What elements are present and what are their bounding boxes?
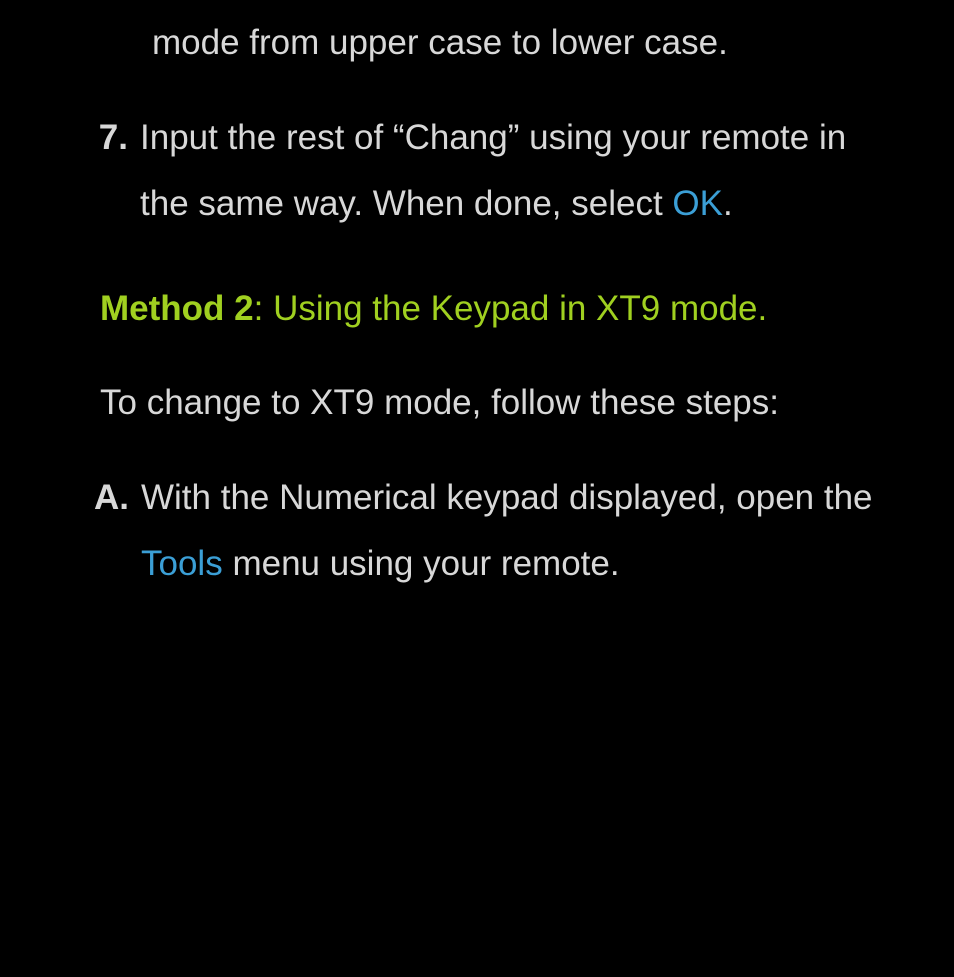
step-a-text-after: menu using your remote. [223, 544, 620, 583]
tools-label: Tools [141, 544, 223, 583]
step-a-content: With the Numerical keypad displayed, ope… [141, 465, 894, 598]
partial-previous-line: mode from upper case to lower case. [152, 10, 894, 77]
intro-text: To change to XT9 mode, follow these step… [100, 383, 779, 422]
method-2-title: Using the Keypad in XT9 mode. [273, 289, 767, 328]
intro-paragraph: To change to XT9 mode, follow these step… [100, 370, 894, 437]
step-7-marker: 7. [94, 105, 140, 172]
step-7-item: 7. Input the rest of “Chang” using your … [100, 105, 894, 238]
partial-text: mode from upper case to lower case. [152, 23, 728, 62]
step-7-text-after: . [723, 184, 733, 223]
step-a-item: A. With the Numerical keypad displayed, … [100, 465, 894, 598]
step-a-text-before: With the Numerical keypad displayed, ope… [141, 478, 873, 517]
ok-label: OK [672, 184, 723, 223]
step-7-content: Input the rest of “Chang” using your rem… [140, 105, 894, 238]
method-2-label: Method 2 [100, 289, 254, 328]
step-7-text-before: Input the rest of “Chang” using your rem… [140, 118, 846, 224]
document-content: mode from upper case to lower case. 7. I… [100, 10, 894, 598]
method-2-separator: : [254, 289, 273, 328]
step-a-marker: A. [94, 465, 141, 532]
method-2-heading: Method 2: Using the Keypad in XT9 mode. [100, 276, 894, 343]
